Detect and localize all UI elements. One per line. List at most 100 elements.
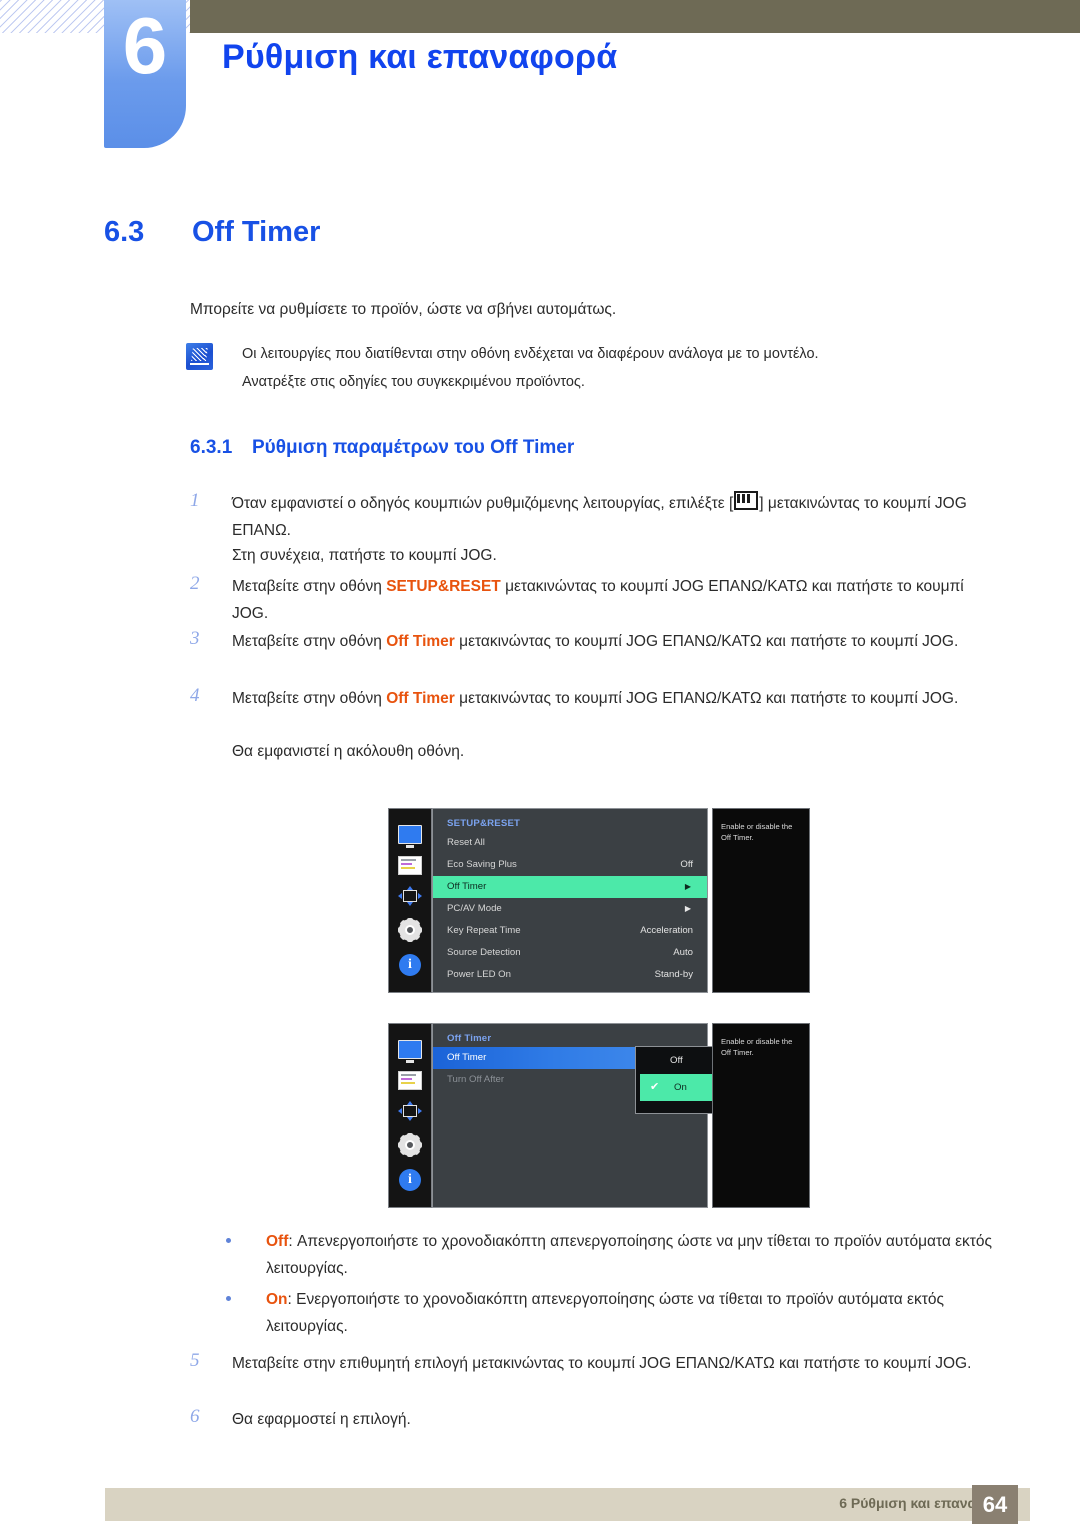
info-icon: i (399, 1169, 421, 1192)
osd1-row-label: Source Detection (447, 947, 521, 958)
step-1: 1 Όταν εμφανιστεί ο οδηγός κουμπιών ρυθμ… (190, 490, 1002, 544)
osd2-row-label: Off Timer (447, 1052, 487, 1063)
step-2-text: Μεταβείτε στην οθόνη SETUP&RESET μετακιν… (232, 573, 1002, 627)
gear-icon (398, 918, 422, 943)
header-olive-bar (190, 0, 1080, 33)
step-2-keyword: SETUP&RESET (386, 578, 501, 595)
section-intro-text: Μπορείτε να ρυθμίσετε το προϊόν, ώστε να… (190, 301, 617, 318)
chapter-title: Ρύθμιση και επαναφορά (222, 38, 618, 76)
osd1-row-value: Acceleration (640, 925, 693, 936)
osd1-menu-panel: SETUP&RESET Reset All Eco Saving Plus Of… (432, 808, 708, 993)
step-3-text-a: Μεταβείτε στην οθόνη (232, 633, 387, 650)
checkmark-icon: ✔ (650, 1081, 660, 1093)
osd1-icon-sidebar: i (388, 808, 432, 993)
section-number: 6.3 (104, 216, 145, 248)
osd1-help-panel: Enable or disable the Off Timer. (712, 808, 810, 993)
step-3: 3 Μεταβείτε στην οθόνη Off Timer μετακιν… (190, 628, 1002, 655)
osd1-row-label: PC/AV Mode (447, 903, 502, 914)
step-5-text: Μεταβείτε στην επιθυμητή επιλογή μετακιν… (232, 1355, 972, 1372)
chapter-number: 6 (122, 1, 168, 90)
sliders-icon (398, 855, 422, 875)
jog-menu-icon (734, 491, 759, 510)
step-1-text: Όταν εμφανιστεί ο οδηγός κουμπιών ρυθμιζ… (232, 490, 1002, 544)
step-4-text: Μεταβείτε στην οθόνη Off Timer μετακινών… (232, 685, 1002, 712)
gear-icon (398, 1133, 422, 1158)
osd2-title: Off Timer (447, 1033, 492, 1044)
osd1-row-power-led-on[interactable]: Power LED On Stand-by (433, 964, 707, 986)
subsection-title: Ρύθμιση παραμέτρων του Off Timer (252, 437, 575, 458)
step-1-number: 1 (190, 490, 200, 511)
step-2-text-a: Μεταβείτε στην οθόνη (232, 578, 387, 595)
osd1-row-value: Auto (673, 947, 693, 958)
step-6: 6 Θα εφαρμοστεί η επιλογή. (190, 1406, 1002, 1433)
step-5-number: 5 (190, 1350, 200, 1371)
bullet-off-keyword: Off (266, 1233, 289, 1250)
osd2-option-label: Off (670, 1055, 683, 1066)
step-2: 2 Μεταβείτε στην οθόνη SETUP&RESET μετακ… (190, 573, 1002, 627)
chevron-right-icon: ▶ (684, 904, 691, 913)
osd-screenshot-setup-reset: i SETUP&RESET Reset All Eco Saving Plus … (388, 808, 810, 993)
note-pencil-icon (186, 343, 213, 370)
bullet-dot (226, 1238, 231, 1243)
osd2-icon-sidebar: i (388, 1023, 432, 1208)
section-title: Off Timer (192, 216, 321, 248)
arrows-icon (398, 1101, 422, 1122)
osd1-row-value: Stand-by (654, 969, 693, 980)
osd1-row-label: Off Timer (447, 881, 487, 892)
step-3-number: 3 (190, 628, 200, 649)
osd1-row-label: Eco Saving Plus (447, 859, 517, 870)
osd2-option-label: On (674, 1082, 687, 1093)
subsection-number: 6.3.1 (190, 437, 233, 458)
subsection-heading: 6.3.1 Ρύθμιση παραμέτρων του Off Timer (190, 437, 574, 459)
bullet-on-keyword: On (266, 1291, 288, 1308)
page-number-box: 64 (972, 1485, 1018, 1524)
monitor-icon (398, 1039, 422, 1063)
note-block: Οι λειτουργίες που διατίθενται στην οθόν… (186, 340, 996, 396)
osd-screenshot-off-timer: i Off Timer Off Timer Turn Off After Off… (388, 1023, 810, 1208)
step-2-number: 2 (190, 573, 200, 594)
osd1-row-key-repeat-time[interactable]: Key Repeat Time Acceleration (433, 920, 707, 942)
chevron-right-icon: ▶ (684, 882, 691, 891)
step-4-sub-text: Θα εμφανιστεί η ακόλουθη οθόνη. (232, 743, 465, 760)
arrows-icon (398, 886, 422, 907)
step-4: 4 Μεταβείτε στην οθόνη Off Timer μετακιν… (190, 685, 1002, 712)
osd1-row-source-detection[interactable]: Source Detection Auto (433, 942, 707, 964)
osd1-row-value: Off (680, 859, 693, 870)
step-4-text-a: Μεταβείτε στην οθόνη (232, 690, 387, 707)
note-line-1: Οι λειτουργίες που διατίθενται στην οθόν… (242, 346, 819, 362)
monitor-icon (398, 824, 422, 848)
step-4-text-b: μετακινώντας το κουμπί JOG ΕΠΑΝΩ/ΚΑΤΩ κα… (454, 690, 959, 707)
osd1-title: SETUP&RESET (447, 818, 521, 829)
osd2-menu-panel: Off Timer Off Timer Turn Off After Off ✔… (432, 1023, 753, 1208)
step-3-text-b: μετακινώντας το κουμπί JOG ΕΠΑΝΩ/ΚΑΤΩ κα… (454, 633, 959, 650)
osd2-row-label: Turn Off After (447, 1074, 505, 1085)
sliders-icon (398, 1070, 422, 1090)
section-heading: 6.3 Off Timer (104, 216, 320, 249)
osd1-row-label: Key Repeat Time (447, 925, 521, 936)
osd1-row-reset-all[interactable]: Reset All (433, 832, 707, 854)
osd1-row-list: Reset All Eco Saving Plus Off Off Timer … (433, 832, 707, 986)
step-4-keyword: Off Timer (386, 690, 455, 707)
step-3-keyword: Off Timer (386, 633, 455, 650)
step-6-text: Θα εφαρμοστεί η επιλογή. (232, 1411, 411, 1428)
chapter-number-badge: 6 (104, 0, 186, 148)
bullet-dot (226, 1296, 231, 1301)
osd1-row-label: Power LED On (447, 969, 511, 980)
bullet-off-body: : Απενεργοποιήστε το χρονοδιακόπτη απενε… (266, 1233, 993, 1277)
osd1-row-off-timer[interactable]: Off Timer ▶ (433, 876, 707, 898)
bullet-off-text: Off: Απενεργοποιήστε το χρονοδιακόπτη απ… (266, 1228, 1016, 1282)
bullet-on-text: On: Ενεργοποιήστε το χρονοδιακόπτη απενε… (266, 1286, 1016, 1340)
step-1-sub-text: Στη συνέχεια, πατήστε το κουμπί JOG. (232, 547, 497, 564)
step-6-number: 6 (190, 1406, 200, 1427)
osd2-help-panel: Enable or disable the Off Timer. (712, 1023, 810, 1208)
osd1-row-eco-saving-plus[interactable]: Eco Saving Plus Off (433, 854, 707, 876)
bullet-item-off: Off: Απενεργοποιήστε το χρονοδιακόπτη απ… (226, 1228, 1016, 1282)
bullet-on-body: : Ενεργοποιήστε το χρονοδιακόπτη απενεργ… (266, 1291, 944, 1335)
step-4-number: 4 (190, 685, 200, 706)
osd2-row-off-timer[interactable]: Off Timer (433, 1047, 635, 1069)
note-line-2: Ανατρέξτε στις οδηγίες του συγκεκριμένου… (242, 374, 585, 390)
step-5: 5 Μεταβείτε στην επιθυμητή επιλογή μετακ… (190, 1350, 1002, 1377)
bullet-item-on: On: Ενεργοποιήστε το χρονοδιακόπτη απενε… (226, 1286, 1016, 1340)
osd1-row-pc-av-mode[interactable]: PC/AV Mode ▶ (433, 898, 707, 920)
page-number: 64 (982, 1492, 1008, 1517)
